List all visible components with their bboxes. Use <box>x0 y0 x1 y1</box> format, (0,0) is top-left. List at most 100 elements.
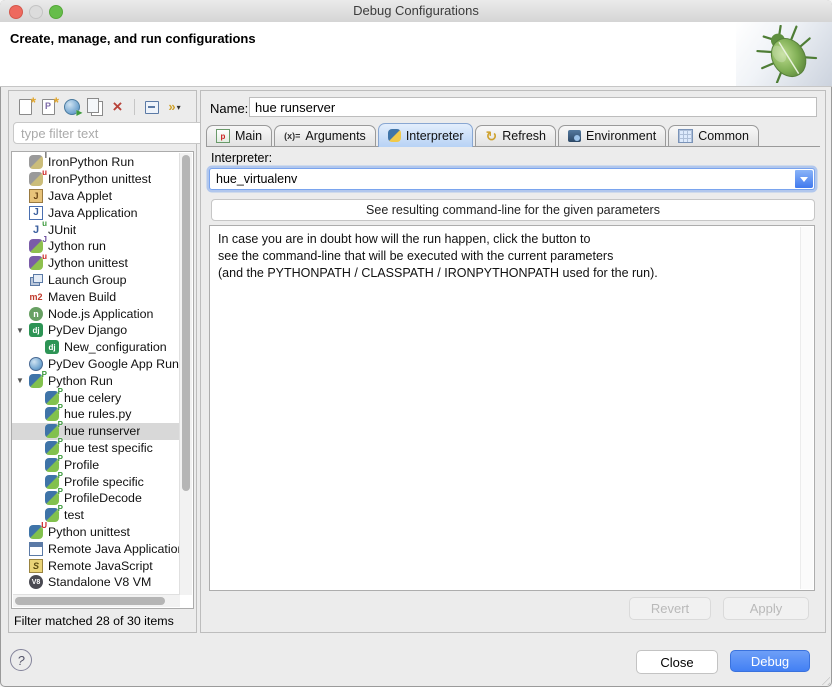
tree-item[interactable]: Launch Group <box>12 272 180 289</box>
info-scrollbar-track[interactable] <box>800 227 813 589</box>
debug-configurations-dialog: Debug Configurations Create, manage, and… <box>0 0 832 687</box>
tab-main[interactable]: p Main <box>206 125 272 146</box>
tree-item[interactable]: Phue celery <box>12 389 180 406</box>
see-command-line-button[interactable]: See resulting command-line for the given… <box>211 199 815 221</box>
tree-item-label: IronPython unittest <box>48 172 151 186</box>
header-banner: Create, manage, and run configurations <box>0 22 832 87</box>
tree-item[interactable]: Phue test specific <box>12 440 180 457</box>
tree-item-label: IronPython Run <box>48 155 134 169</box>
export-configurations-icon <box>64 99 80 115</box>
tree-item[interactable]: V8Standalone V8 VM <box>12 574 180 591</box>
export-configurations-button[interactable] <box>60 96 83 118</box>
tree-item[interactable]: ▼djPyDev Django <box>12 322 180 339</box>
tree-item-label: Jython unittest <box>48 256 128 270</box>
tab-label: Arguments <box>305 129 365 143</box>
python-icon: P <box>45 508 59 522</box>
tab-common[interactable]: Common <box>668 125 759 146</box>
tree-item[interactable]: n Node.js Application <box>12 305 180 322</box>
java-application-icon: J <box>29 206 43 220</box>
ironpython-unittest-icon: u <box>29 172 43 186</box>
tab-arguments[interactable]: (x)= Arguments <box>274 125 376 146</box>
tree-item[interactable]: ▼PPython Run <box>12 372 180 389</box>
close-button[interactable]: Close <box>636 650 718 674</box>
tree-item[interactable]: J Java Application <box>12 204 180 221</box>
config-tree: IIronPython RunuIronPython unittestJJava… <box>12 154 180 591</box>
tab-label: Common <box>698 129 749 143</box>
tree-item[interactable]: PyDev Google App Run <box>12 356 180 373</box>
new-prototype-button[interactable] <box>37 96 60 118</box>
tree-item[interactable]: JuJUnit <box>12 221 180 238</box>
tab-label: Environment <box>586 129 656 143</box>
tree-vertical-scrollbar[interactable] <box>179 153 192 595</box>
tree-item-label: Node.js Application <box>48 307 153 321</box>
tree-item-label: Profile specific <box>64 475 144 489</box>
filter-button[interactable]: ▾ <box>163 96 186 118</box>
nodejs-icon: n <box>29 307 43 321</box>
tree-item[interactable]: SRemote JavaScript <box>12 557 180 574</box>
tree-horizontal-scrollbar[interactable] <box>13 594 180 607</box>
left-toolbar: ▾ <box>14 95 186 119</box>
environment-icon <box>568 130 581 142</box>
tree-item[interactable]: djNew_configuration <box>12 339 180 356</box>
tree-item[interactable]: u IronPython unittest <box>12 171 180 188</box>
tree-item[interactable]: PProfile <box>12 456 180 473</box>
debug-button[interactable]: Debug <box>730 650 810 672</box>
collapse-all-button[interactable] <box>140 96 163 118</box>
interpreter-dropdown-button[interactable] <box>795 170 813 188</box>
apply-button[interactable]: Apply <box>723 597 809 620</box>
expander-icon[interactable]: ▼ <box>16 376 29 385</box>
tree-item-label: hue runserver <box>64 424 140 438</box>
duplicate-configuration-button[interactable] <box>83 96 106 118</box>
interpreter-info-box: In case you are in doubt how will the ru… <box>209 225 815 591</box>
tree-item[interactable]: JJava Applet <box>12 188 180 205</box>
interpreter-label: Interpreter: <box>211 151 272 165</box>
tab-label: Main <box>235 129 262 143</box>
tree-item[interactable]: IIronPython Run <box>12 154 180 171</box>
tree-item-label: hue celery <box>64 391 121 405</box>
config-tree-box: IIronPython RunuIronPython unittestJJava… <box>11 151 194 609</box>
debug-bug-icon <box>754 25 820 83</box>
tree-vertical-scrollbar-thumb[interactable] <box>182 155 190 491</box>
resize-grip[interactable] <box>818 673 830 685</box>
tab-environment[interactable]: Environment <box>558 125 666 146</box>
tree-item[interactable]: m2Maven Build <box>12 288 180 305</box>
tree-item[interactable]: PProfileDecode <box>12 490 180 507</box>
interpreter-input[interactable] <box>210 169 804 189</box>
refresh-icon: ↻ <box>485 130 497 143</box>
tab-bar: p Main (x)= Arguments Interpreter↻Refresh Env… <box>206 122 820 147</box>
tree-item-label: Standalone V8 VM <box>48 575 151 589</box>
arguments-icon: (x)= <box>284 131 300 141</box>
tree-item[interactable]: Ptest <box>12 507 180 524</box>
delete-configuration-icon <box>113 99 123 115</box>
filter-input[interactable] <box>13 122 207 144</box>
tree-item[interactable]: Remote Java Application <box>12 540 180 557</box>
tree-item[interactable]: PProfile specific <box>12 473 180 490</box>
tree-item[interactable]: JJython run <box>12 238 180 255</box>
name-label: Name: <box>210 101 248 116</box>
tree-item[interactable]: Phue runserver <box>12 423 180 440</box>
tree-item[interactable]: UPython unittest <box>12 524 180 541</box>
tab-interpreter[interactable]: Interpreter <box>378 123 474 147</box>
main-icon: p <box>216 129 230 143</box>
new-configuration-button[interactable] <box>14 96 37 118</box>
launch-group-icon <box>29 273 43 287</box>
tree-item-label: Java Application <box>48 206 138 220</box>
delete-configuration-button[interactable] <box>106 96 129 118</box>
tree-item-label: Remote Java Application <box>48 542 180 556</box>
tree-item-label: JUnit <box>48 223 76 237</box>
revert-button[interactable]: Revert <box>629 597 711 620</box>
help-button[interactable]: ? <box>10 649 32 671</box>
tree-item-label: Remote JavaScript <box>48 559 153 573</box>
expander-icon[interactable]: ▼ <box>16 326 29 335</box>
name-input[interactable] <box>249 97 817 117</box>
tree-item-label: Python unittest <box>48 525 130 539</box>
tree-item[interactable]: Phue rules.py <box>12 406 180 423</box>
chevron-down-icon <box>800 177 808 182</box>
tree-item[interactable]: uJython unittest <box>12 255 180 272</box>
tree-horizontal-scrollbar-thumb[interactable] <box>15 597 165 605</box>
java-applet-icon: J <box>29 189 43 203</box>
tree-item-label: New_configuration <box>64 340 167 354</box>
new-prototype-icon <box>42 99 55 115</box>
tab-refresh[interactable]: ↻Refresh <box>475 125 556 146</box>
title-bar: Debug Configurations <box>0 0 832 23</box>
